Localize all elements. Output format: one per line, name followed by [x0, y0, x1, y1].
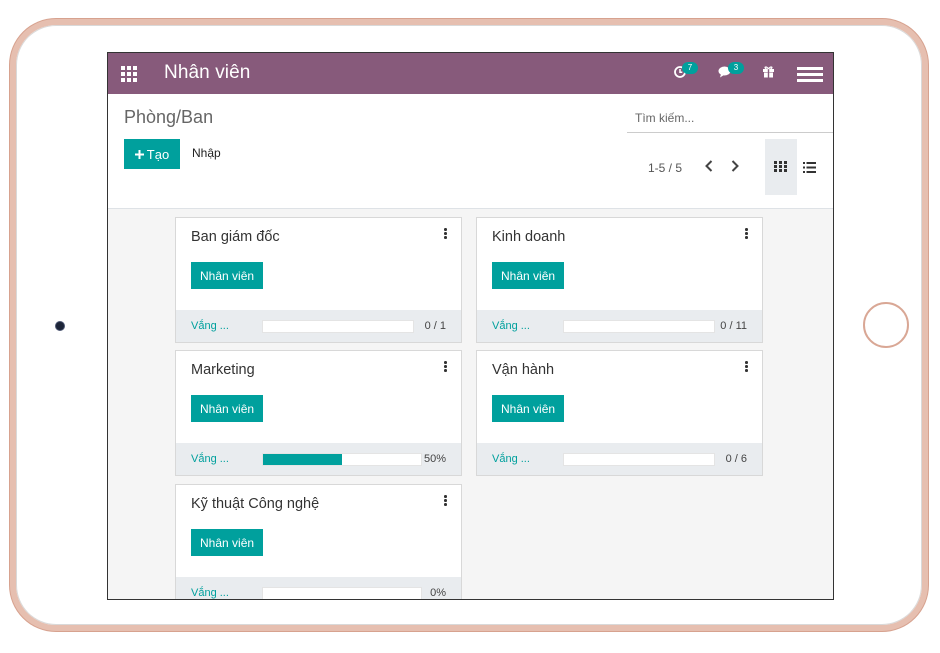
department-card[interactable]: Kinh doanh Nhân viên Vắng ... 0 / 11: [476, 217, 763, 343]
hamburger-menu-icon[interactable]: [797, 67, 823, 82]
app-screen: Nhân viên 7 3 Phòng/Ban Tạo Nhập 1-5 / 5: [107, 52, 834, 600]
employees-button[interactable]: Nhân viên: [492, 262, 565, 289]
kanban-content: Ban giám đốc Nhân viên Vắng ... 0 / 1 Ki…: [108, 209, 833, 599]
progress-value: 0 / 1: [424, 320, 446, 332]
card-footer: Vắng ... 0 / 1: [176, 310, 461, 342]
tablet-home-button: [863, 302, 909, 348]
messages-badge: 3: [728, 62, 744, 74]
absence-link[interactable]: Vắng ...: [492, 320, 530, 332]
chat-bubble-icon[interactable]: 3: [718, 62, 744, 83]
progress-value: 50%: [423, 453, 446, 465]
list-view-icon[interactable]: [803, 160, 816, 178]
progress-bar: [262, 320, 414, 333]
card-footer: Vắng ... 0 / 11: [477, 310, 762, 342]
search-input[interactable]: [633, 110, 817, 126]
control-panel: Phòng/Ban Tạo Nhập 1-5 / 5: [108, 94, 833, 209]
department-card[interactable]: Marketing Nhân viên Vắng ... 50%: [175, 350, 462, 476]
kebab-menu-icon[interactable]: [745, 228, 749, 240]
card-footer: Vắng ... 50%: [176, 443, 461, 475]
activity-badge: 7: [682, 62, 698, 74]
kebab-menu-icon[interactable]: [444, 361, 448, 373]
app-title: Nhân viên: [164, 62, 251, 83]
employees-button[interactable]: Nhân viên: [191, 529, 264, 556]
card-footer: Vắng ... 0%: [176, 577, 461, 599]
import-button[interactable]: Nhập: [192, 146, 221, 160]
apps-grid-icon[interactable]: [121, 66, 137, 82]
create-button-label: Tạo: [146, 146, 170, 162]
kanban-view-button[interactable]: [765, 139, 797, 195]
absence-link[interactable]: Vắng ...: [492, 453, 530, 465]
progress-value: 0 / 11: [720, 320, 747, 332]
activity-clock-icon[interactable]: 7: [674, 62, 698, 83]
kebab-menu-icon[interactable]: [745, 361, 749, 373]
progress-bar-fill: [263, 454, 342, 465]
absence-link[interactable]: Vắng ...: [191, 320, 229, 332]
card-title: Kinh doanh: [492, 229, 566, 245]
department-card[interactable]: Kỹ thuật Công nghệ Nhân viên Vắng ... 0%: [175, 484, 462, 599]
progress-bar: [563, 453, 715, 466]
progress-value: 0 / 6: [725, 453, 747, 465]
employees-button[interactable]: Nhân viên: [191, 262, 264, 289]
absence-link[interactable]: Vắng ...: [191, 453, 229, 465]
gift-icon[interactable]: [762, 65, 775, 83]
progress-bar: [563, 320, 715, 333]
plus-icon: [134, 149, 144, 159]
top-navbar: Nhân viên 7 3: [108, 53, 833, 94]
card-title: Ban giám đốc: [191, 229, 280, 245]
progress-bar: [262, 453, 422, 466]
card-title: Vận hành: [492, 362, 555, 378]
tablet-camera: [55, 321, 65, 331]
card-footer: Vắng ... 0 / 6: [477, 443, 762, 475]
department-card[interactable]: Vận hành Nhân viên Vắng ... 0 / 6: [476, 350, 763, 476]
progress-value: 0%: [430, 587, 446, 599]
department-card[interactable]: Ban giám đốc Nhân viên Vắng ... 0 / 1: [175, 217, 462, 343]
create-button[interactable]: Tạo: [124, 139, 180, 169]
chevron-right-icon[interactable]: [730, 157, 740, 178]
breadcrumb: Phòng/Ban: [124, 107, 214, 127]
absence-link[interactable]: Vắng ...: [191, 587, 229, 599]
employees-button[interactable]: Nhân viên: [191, 395, 264, 422]
kebab-menu-icon[interactable]: [444, 495, 448, 507]
pager-value[interactable]: 1-5 / 5: [648, 161, 682, 175]
search-box: [627, 104, 833, 133]
kanban-view-icon: [774, 161, 787, 172]
chevron-left-icon[interactable]: [704, 157, 714, 178]
progress-bar: [262, 587, 422, 599]
card-title: Marketing: [191, 362, 255, 378]
card-title: Kỹ thuật Công nghệ: [191, 496, 320, 512]
kebab-menu-icon[interactable]: [444, 228, 448, 240]
employees-button[interactable]: Nhân viên: [492, 395, 565, 422]
